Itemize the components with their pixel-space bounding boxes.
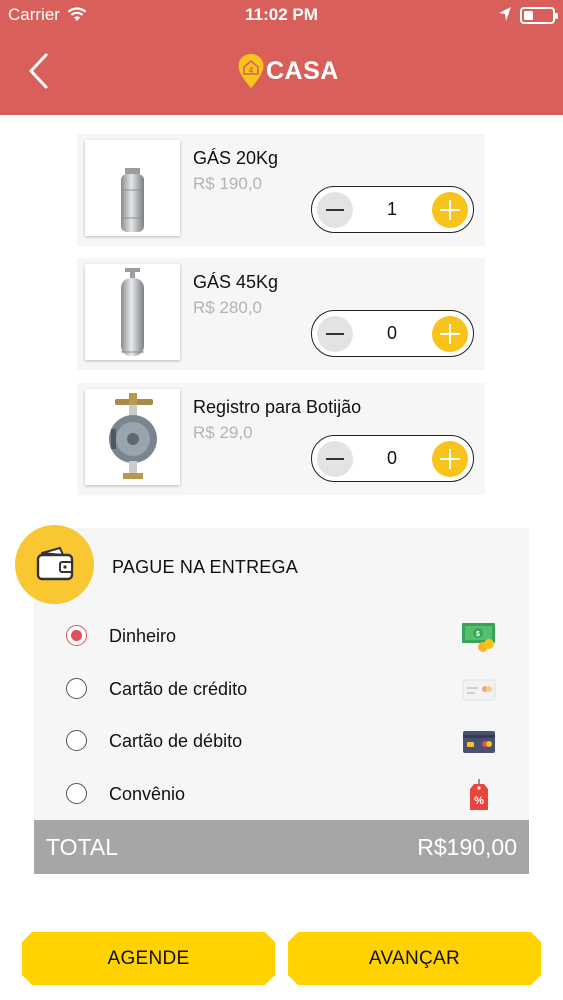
product-price: R$ 280,0 (193, 298, 262, 317)
quantity-stepper: 1 (311, 186, 474, 233)
product-name: Registro para Botijão (193, 397, 362, 417)
logo-text: CASA (266, 56, 339, 85)
increase-button[interactable] (432, 192, 468, 228)
increase-button[interactable] (432, 316, 468, 352)
app-logo: 4 CASA (237, 53, 339, 89)
location-arrow-icon (499, 7, 511, 21)
payment-option-credit-card[interactable]: Cartão de crédito (66, 674, 506, 704)
svg-text:%: % (474, 795, 484, 807)
wallet-badge (15, 525, 94, 604)
decrease-button[interactable] (317, 192, 353, 228)
svg-text:$: $ (476, 631, 480, 638)
decrease-button[interactable] (317, 441, 353, 477)
status-bar: Carrier 11:02 PM (0, 0, 563, 30)
product-image (85, 389, 180, 485)
payment-option-agreement[interactable]: Convênio % (66, 779, 506, 810)
back-chevron-icon[interactable] (26, 52, 52, 90)
gas-cylinder-icon (121, 268, 144, 356)
screen: Carrier 11:02 PM 4 CASA GÁS 20Kg R$ 190,… (0, 0, 563, 1000)
payment-option-label: Cartão de débito (109, 731, 243, 751)
decrease-button[interactable] (317, 316, 353, 352)
radio-button[interactable] (66, 730, 87, 751)
product-card: Registro para Botijão R$ 29,0 0 (77, 383, 485, 495)
radio-button[interactable] (66, 678, 87, 699)
battery-icon (520, 7, 558, 24)
gas-cylinder-icon (121, 168, 144, 232)
quantity-stepper: 0 (311, 435, 474, 482)
status-time: 11:02 PM (245, 5, 318, 24)
quantity-stepper: 0 (311, 310, 474, 357)
cash-icon: $ (462, 623, 495, 652)
next-button[interactable]: AVANÇAR (288, 932, 541, 985)
wallet-icon (36, 547, 74, 581)
app-header: Carrier 11:02 PM 4 CASA (0, 0, 563, 115)
payment-option-label: Cartão de crédito (109, 679, 248, 699)
payment-option-label: Convênio (109, 784, 186, 804)
location-pin-icon: 4 (238, 54, 264, 88)
total-value: R$190,00 (417, 834, 517, 860)
radio-button[interactable] (66, 783, 87, 804)
product-image (85, 264, 180, 360)
total-bar: TOTAL R$190,00 (34, 820, 529, 874)
product-name: GÁS 20Kg (193, 148, 279, 168)
logo-badge: 4 (249, 66, 254, 75)
discount-tag-icon: % (470, 779, 488, 810)
product-price: R$ 29,0 (193, 423, 253, 442)
payment-title: PAGUE NA ENTREGA (112, 557, 298, 577)
total-label: TOTAL (46, 834, 118, 860)
quantity-value: 0 (386, 448, 397, 468)
product-card: GÁS 45Kg R$ 280,0 0 (77, 258, 485, 370)
payment-option-debit-card[interactable]: Cartão de débito (66, 726, 506, 756)
payment-option-cash[interactable]: Dinheiro $ (66, 621, 506, 652)
product-card: GÁS 20Kg R$ 190,0 1 (77, 134, 485, 246)
credit-card-icon (462, 679, 496, 701)
payment-option-label: Dinheiro (109, 626, 177, 646)
debit-card-icon (463, 731, 495, 753)
radio-button-selected[interactable] (66, 625, 87, 646)
increase-button[interactable] (432, 441, 468, 477)
product-name: GÁS 45Kg (193, 272, 279, 292)
quantity-value: 0 (386, 323, 397, 343)
product-image (85, 140, 180, 236)
quantity-value: 1 (386, 199, 397, 219)
gas-regulator-icon (109, 393, 157, 479)
product-price: R$ 190,0 (193, 174, 262, 193)
schedule-button[interactable]: AGENDE (22, 932, 275, 985)
